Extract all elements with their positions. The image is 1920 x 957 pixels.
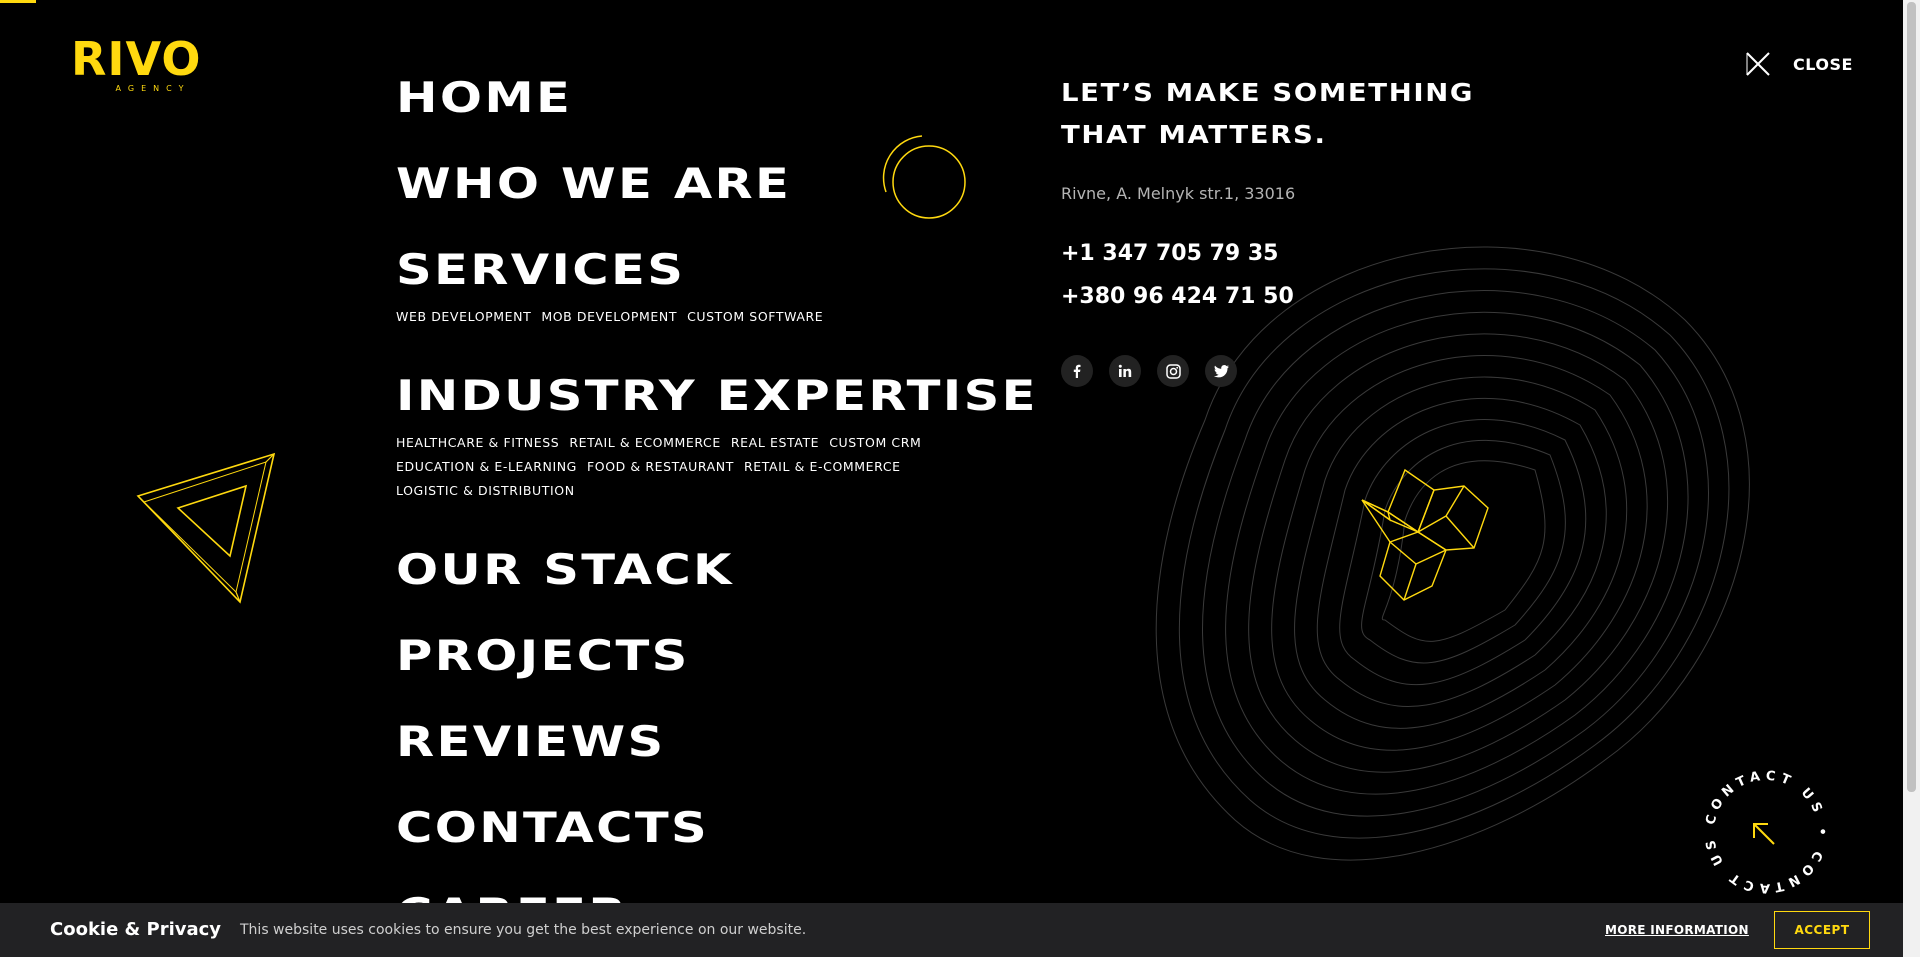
cookie-accept-button[interactable]: ACCEPT [1774, 911, 1870, 949]
sub-item-custom-crm[interactable]: CUSTOM CRM [829, 434, 921, 452]
nav-item-who-we-are[interactable]: WHO WE ARE [396, 156, 791, 212]
page-scrollbar[interactable] [1903, 0, 1920, 957]
contact-heading: LET’S MAKE SOMETHING THAT MATTERS. [1061, 78, 1475, 149]
nav-row-contacts: CONTACTS [396, 800, 1016, 886]
sub-item-healthcare-fitness[interactable]: HEALTHCARE & FITNESS [396, 434, 559, 452]
top-progress-indicator [0, 0, 36, 3]
instagram-icon [1165, 363, 1181, 379]
office-address: Rivne, A. Melnyk str.1, 33016 [1061, 184, 1296, 203]
services-sub-list: WEB DEVELOPMENT MOB DEVELOPMENT CUSTOM S… [396, 308, 1016, 326]
close-menu-button[interactable]: CLOSE [1744, 50, 1853, 78]
sub-item-food-restaurant[interactable]: FOOD & RESTAURANT [587, 458, 734, 476]
sub-item-education-elearning[interactable]: EDUCATION & E-LEARNING [396, 458, 577, 476]
sub-item-real-estate[interactable]: REAL ESTATE [731, 434, 819, 452]
sub-item-mob-development[interactable]: MOB DEVELOPMENT [541, 308, 677, 326]
industry-sub-list: HEALTHCARE & FITNESS RETAIL & ECOMMERCE … [396, 434, 1016, 500]
contact-panel: LET’S MAKE SOMETHING THAT MATTERS. Rivne… [1061, 72, 1501, 387]
linkedin-link[interactable] [1109, 355, 1141, 387]
twitter-icon [1213, 364, 1229, 377]
sub-item-logistic-distribution[interactable]: LOGISTIC & DISTRIBUTION [396, 482, 575, 500]
cookie-title: Cookie & Privacy [50, 919, 222, 940]
rivo-logo[interactable]: RIVO AGENCY [71, 32, 207, 93]
nav-item-home[interactable]: HOME [396, 70, 572, 126]
close-label: CLOSE [1793, 54, 1853, 74]
nav-item-services[interactable]: SERVICES [396, 242, 685, 298]
close-x-icon [1746, 52, 1770, 76]
facebook-icon [1073, 364, 1081, 378]
nav-item-reviews[interactable]: REVIEWS [396, 714, 666, 770]
cubes-decoration [1361, 468, 1489, 601]
contact-us-ring-text: CONTACT US • CONTACT US • [1689, 751, 1824, 895]
main-navigation: HOME WHO WE ARE SERVICES WEB DEVELOPMENT… [396, 70, 1035, 957]
instagram-link[interactable] [1157, 355, 1189, 387]
sub-item-retail-ecommerce[interactable]: RETAIL & ECOMMERCE [569, 434, 721, 452]
nav-item-projects[interactable]: PROJECTS [396, 628, 690, 684]
logo-wordmark: RIVO [71, 32, 202, 86]
sub-item-custom-software[interactable]: CUSTOM SOFTWARE [687, 308, 823, 326]
cookie-message: This website uses cookies to ensure you … [240, 922, 807, 938]
nav-row-our-stack: OUR STACK [396, 542, 1016, 628]
cookie-more-information-link[interactable]: MORE INFORMATION [1605, 923, 1749, 937]
nav-row-projects: PROJECTS [396, 628, 1016, 714]
contact-us-ring: CONTACT US • CONTACT US • [1689, 751, 1829, 895]
facebook-link[interactable] [1061, 355, 1093, 387]
impossible-triangle-decoration [136, 452, 276, 604]
social-links [1061, 355, 1501, 387]
contact-us-badge[interactable]: CONTACT US • CONTACT US • [1689, 751, 1836, 902]
svg-text:CONTACT US • CONTACT US •: CONTACT US • CONTACT US • [1696, 762, 1829, 895]
nav-item-industry-expertise[interactable]: INDUSTRY EXPERTISE [396, 368, 1038, 424]
nav-row-services: SERVICES WEB DEVELOPMENT MOB DEVELOPMENT… [396, 242, 1016, 368]
linkedin-icon [1118, 364, 1132, 377]
nav-item-contacts[interactable]: CONTACTS [396, 800, 709, 856]
nav-row-who-we-are: WHO WE ARE [396, 156, 1016, 242]
phone-ua[interactable]: +380 96 424 71 50 [1061, 284, 1501, 309]
sub-item-retail-e-commerce[interactable]: RETAIL & E-COMMERCE [744, 458, 901, 476]
nav-row-home: HOME [396, 70, 1016, 156]
sub-item-web-development[interactable]: WEB DEVELOPMENT [396, 308, 531, 326]
cookie-banner: Cookie & Privacy This website uses cooki… [0, 903, 1903, 957]
nav-item-our-stack[interactable]: OUR STACK [396, 542, 734, 598]
arrow-up-left-icon [1753, 823, 1775, 845]
phone-us[interactable]: +1 347 705 79 35 [1061, 241, 1501, 266]
twitter-link[interactable] [1205, 355, 1237, 387]
nav-row-reviews: REVIEWS [396, 714, 1016, 800]
nav-row-industry-expertise: INDUSTRY EXPERTISE HEALTHCARE & FITNESS … [396, 368, 1035, 542]
scrollbar-thumb[interactable] [1907, 2, 1916, 792]
